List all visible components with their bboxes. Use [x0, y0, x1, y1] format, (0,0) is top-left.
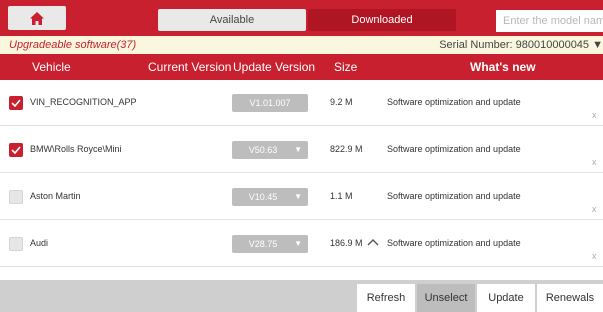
version-selector[interactable]: V1.01.007	[232, 94, 308, 112]
row-checkbox[interactable]	[9, 96, 23, 110]
whats-new-text: Software optimization and update	[387, 191, 521, 201]
version-selector[interactable]: V50.63 ▼	[232, 141, 308, 159]
tab-available[interactable]: Available	[158, 9, 306, 31]
table-row[interactable]: Audi V28.75 ▼ 186.9 M Software optimization …	[0, 221, 603, 267]
top-bar: Available Downloaded	[0, 0, 603, 36]
version-label: V50.63	[248, 145, 278, 155]
row-checkbox[interactable]	[9, 190, 23, 204]
row-checkbox[interactable]	[9, 237, 23, 251]
row-checkbox[interactable]	[9, 143, 23, 157]
close-icon[interactable]: x	[592, 157, 597, 167]
update-button[interactable]: Update	[476, 284, 535, 312]
info-bar: Upgradeable software(37) Serial Number: …	[0, 36, 603, 54]
column-header-whats-new: What's new	[470, 60, 536, 74]
table-row[interactable]: BMW\Rolls Royce\Mini V50.63 ▼ 822.9 M Softwa…	[0, 127, 603, 173]
size-value: 9.2 M	[330, 97, 353, 107]
version-selector[interactable]: V10.45 ▼	[232, 188, 308, 206]
unselect-button[interactable]: Unselect	[416, 284, 475, 312]
close-icon[interactable]: x	[592, 110, 597, 120]
version-label: V10.45	[248, 192, 278, 202]
table-header: Vehicle Current Version Update Version S…	[0, 54, 603, 80]
size-value: 822.9 M	[330, 144, 363, 154]
version-label: V1.01.007	[249, 98, 291, 108]
upgradeable-count: Upgradeable software(37)	[9, 39, 137, 51]
check-icon	[11, 146, 21, 154]
version-label: V28.75	[248, 239, 278, 249]
column-header-current-version: Current Version	[148, 60, 232, 74]
chevron-up-icon[interactable]	[367, 238, 379, 246]
model-search-input[interactable]	[496, 10, 603, 32]
tab-downloaded[interactable]: Downloaded	[308, 9, 456, 31]
close-icon[interactable]: x	[592, 251, 597, 261]
home-button[interactable]	[8, 6, 66, 30]
dropdown-arrow-icon: ▼	[294, 192, 302, 201]
column-header-update-version: Update Version	[233, 60, 316, 74]
table-row[interactable]: VIN_RECOGNITION_APP V1.01.007 9.2 M Softwar…	[0, 80, 603, 126]
dropdown-arrow-icon: ▼	[294, 145, 302, 154]
version-selector[interactable]: V28.75 ▼	[232, 235, 308, 253]
serial-number-selector[interactable]: Serial Number: 980010000045 ▼	[439, 39, 603, 51]
vehicle-name: BMW\Rolls Royce\Mini	[30, 144, 122, 154]
vehicle-name: Aston Martin	[30, 191, 81, 201]
dropdown-arrow-icon: ▼	[294, 239, 302, 248]
home-icon	[30, 11, 44, 25]
table-row[interactable]: Aston Martin V10.45 ▼ 1.1 M Software optimiz…	[0, 174, 603, 220]
refresh-button[interactable]: Refresh	[356, 284, 415, 312]
bottom-toolbar: Refresh Unselect Update Renewals	[0, 280, 603, 312]
renewals-button[interactable]: Renewals	[536, 284, 603, 312]
column-header-size: Size	[334, 60, 358, 74]
column-header-vehicle: Vehicle	[32, 60, 71, 74]
whats-new-text: Software optimization and update	[387, 144, 521, 154]
whats-new-text: Software optimization and update	[387, 238, 521, 248]
vehicle-name: VIN_RECOGNITION_APP	[30, 97, 137, 107]
whats-new-text: Software optimization and update	[387, 97, 521, 107]
size-value: 1.1 M	[330, 191, 353, 201]
check-icon	[11, 99, 21, 107]
vehicle-name: Audi	[30, 238, 49, 248]
close-icon[interactable]: x	[592, 204, 597, 214]
size-value: 186.9 M	[330, 238, 363, 248]
